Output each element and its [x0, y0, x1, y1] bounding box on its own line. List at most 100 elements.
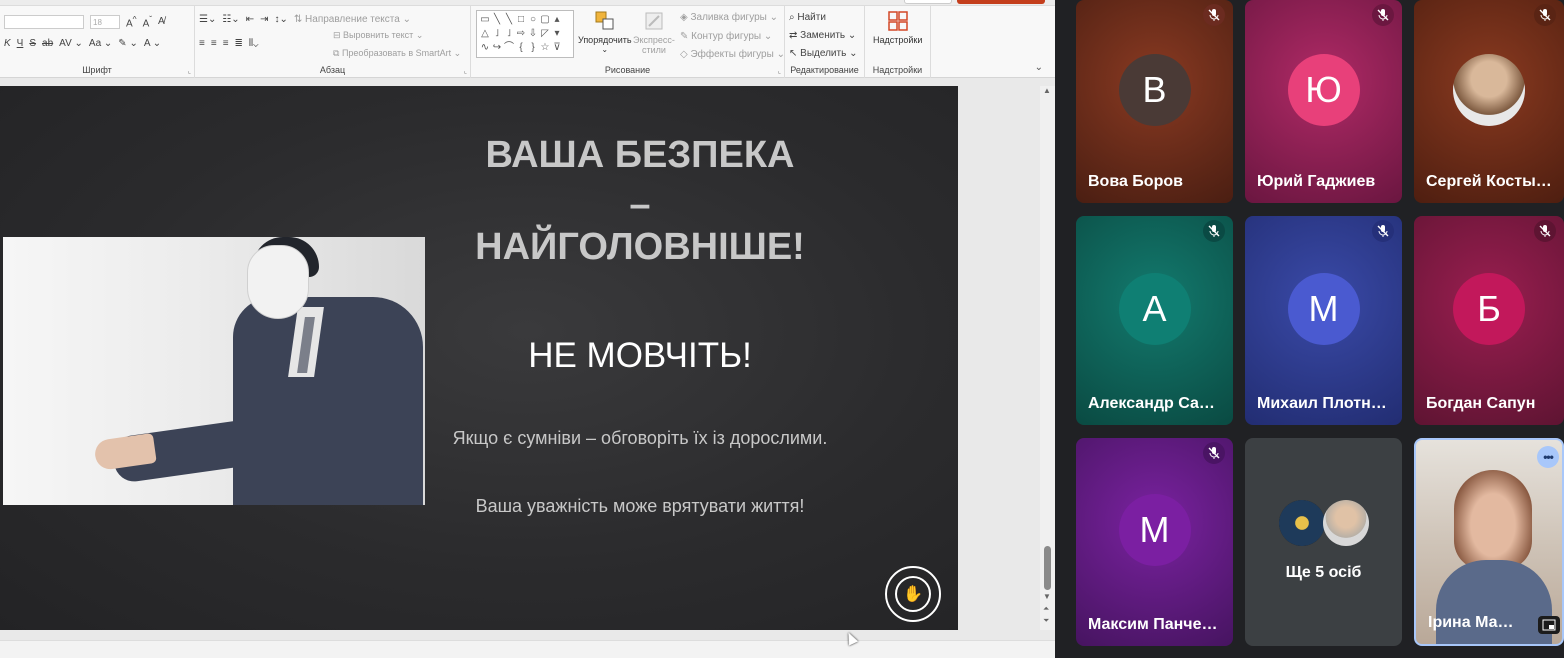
font-dialog-launcher-icon[interactable]: ⌞ [188, 67, 191, 75]
triangle-shape-icon[interactable]: △ [479, 27, 491, 41]
gallery-down-icon[interactable]: ▾ [551, 27, 563, 41]
shape-outline-label: Контур фигуры [691, 31, 762, 42]
curve3-shape-icon[interactable]: ⌒ [503, 41, 515, 55]
callout-shape-icon[interactable]: ◸ [539, 27, 551, 41]
next-slide-icon[interactable]: ⏷ [1043, 616, 1049, 626]
replace-label: Заменить [800, 30, 846, 41]
participant-name: Юрий Гаджиев [1257, 173, 1376, 190]
drawing-dialog-launcher-icon[interactable]: ⌞ [778, 67, 781, 75]
oval-shape-icon[interactable]: ○ [527, 13, 539, 27]
columns-icon[interactable]: ⫴⌄ [249, 38, 259, 49]
participant-tile-7[interactable]: М Максим Панче… [1076, 438, 1233, 646]
shape-effects-button[interactable]: ◇ Эффекты фигуры ⌄ [680, 49, 785, 60]
record-button-partial[interactable] [957, 0, 1045, 4]
participant-tile-6[interactable]: Б Богдан Сапун [1414, 216, 1564, 425]
increase-indent-icon[interactable]: ⇥ [260, 14, 268, 25]
pip-icon[interactable] [1538, 616, 1560, 634]
avatar: В [1118, 53, 1191, 126]
shrink-font-icon[interactable]: Aˇ [143, 14, 152, 29]
font-color-icon[interactable]: A ⌄ [144, 38, 161, 49]
smartart-label: Преобразовать в SmartArt [341, 48, 452, 58]
bullets-icon[interactable]: ☰⌄ [199, 14, 216, 25]
share-button-partial[interactable] [904, 0, 952, 4]
justify-icon[interactable]: ≣ [235, 38, 243, 49]
participant-tile-4[interactable]: А Александр Са… [1076, 216, 1233, 425]
participant-tile-2[interactable]: Ю Юрий Гаджиев [1245, 0, 1402, 203]
replace-button[interactable]: ⇄ Заменить ⌄ [789, 30, 856, 41]
mic-off-icon [1534, 4, 1556, 26]
gallery-more-icon[interactable]: ⊽ [551, 41, 563, 55]
hands-icon: ✋ [895, 576, 931, 612]
editing-group-label: Редактирование [790, 65, 859, 75]
mic-off-icon [1203, 4, 1225, 26]
slide-canvas[interactable]: ВАША БЕЗПЕКА – НАЙГОЛОВНІШЕ! НЕ МОВЧІТЬ!… [0, 86, 958, 630]
font-row-2: K Ч S ab AV ⌄ Aa ⌄ ✎ ⌄ A ⌄ [4, 38, 161, 49]
underline-icon[interactable]: Ч [17, 38, 24, 49]
align-right-icon[interactable]: ≡ [223, 38, 229, 49]
line-shape-icon[interactable]: ╲ [491, 13, 503, 27]
more-options-icon[interactable]: ••• [1537, 446, 1559, 468]
strikethrough-ab-icon[interactable]: ab [42, 38, 53, 49]
italic-icon[interactable]: K [4, 38, 11, 49]
font-family-combo[interactable] [4, 14, 84, 29]
participant-tile-5[interactable]: М Михаил Плотн… [1245, 216, 1402, 425]
participant-tile-3[interactable]: Сергей Косты… [1414, 0, 1564, 203]
align-left-icon[interactable]: ≡ [199, 38, 205, 49]
scrollbar-thumb[interactable] [1044, 546, 1051, 590]
participant-tile-self[interactable]: ••• Ірина Ма… [1414, 438, 1564, 646]
decrease-indent-icon[interactable]: ⇤ [246, 14, 254, 25]
arrow-down-shape-icon[interactable]: ⇩ [527, 27, 539, 41]
textbox-shape-icon[interactable]: ▭ [479, 13, 491, 27]
more-participants-tile[interactable]: Ще 5 осіб [1245, 438, 1402, 646]
paragraph-dialog-launcher-icon[interactable]: ⌞ [464, 67, 467, 75]
convert-smartart-button[interactable]: ⧉ Преобразовать в SmartArt ⌄ [333, 48, 461, 59]
participant-name: Богдан Сапун [1426, 395, 1536, 412]
brace-right-shape-icon[interactable]: } [527, 41, 539, 55]
rect-shape-icon[interactable]: □ [515, 13, 527, 27]
curve2-shape-icon[interactable]: ↪ [491, 41, 503, 55]
elbow-shape-icon[interactable]: ˩ [491, 27, 503, 41]
change-case-icon[interactable]: Aa ⌄ [89, 38, 112, 49]
select-button[interactable]: ↖ Выделить ⌄ [789, 48, 857, 59]
quick-styles-icon [643, 10, 665, 32]
shape-outline-button[interactable]: ✎ Контур фигуры ⌄ [680, 31, 772, 42]
text-direction-button[interactable]: ⇅ Направление текста ⌄ [294, 14, 411, 25]
star-shape-icon[interactable]: ☆ [539, 41, 551, 55]
addins-group: Надстройки Надстройки [865, 6, 931, 78]
shape-fill-button[interactable]: ◈ Заливка фигуры ⌄ [680, 12, 778, 23]
clear-format-icon[interactable]: A̸ [158, 16, 165, 27]
participant-video-body [1436, 560, 1552, 644]
gallery-up-icon[interactable]: ▴ [551, 13, 563, 27]
participant-tile-1[interactable]: В Вова Боров [1076, 0, 1233, 203]
grow-font-icon[interactable]: A^ [126, 14, 137, 29]
char-spacing-icon[interactable]: AV ⌄ [59, 38, 83, 49]
align-center-icon[interactable]: ≡ [211, 38, 217, 49]
prev-slide-icon[interactable]: ⏶ [1043, 604, 1049, 614]
scroll-down-icon[interactable]: ▼ [1043, 592, 1051, 601]
roundrect-shape-icon[interactable]: ▢ [539, 13, 551, 27]
strike-icon[interactable]: S [29, 38, 36, 49]
arrow-right-shape-icon[interactable]: ⇨ [515, 27, 527, 41]
photo-suit [233, 297, 423, 505]
collapse-ribbon-icon[interactable]: ⌄ [1035, 62, 1043, 73]
addins-grid-icon [887, 10, 909, 32]
quick-styles-button[interactable]: Экспресс- стили [633, 10, 675, 55]
align-text-button[interactable]: ⊟ Выровнить текст ⌄ [333, 30, 423, 41]
highlight-icon[interactable]: ✎ ⌄ [118, 38, 138, 49]
scroll-up-icon[interactable]: ▲ [1043, 86, 1051, 95]
find-button[interactable]: ⌕ Найти [789, 12, 826, 23]
font-size-combo[interactable]: 18 [90, 14, 120, 29]
line-spacing-icon[interactable]: ↕⌄ [274, 14, 287, 25]
elbow2-shape-icon[interactable]: ˩ [503, 27, 515, 41]
numbering-icon[interactable]: ☷⌄ [222, 14, 239, 25]
line2-shape-icon[interactable]: ╲ [503, 13, 515, 27]
shapes-gallery[interactable]: ▭ ╲ ╲ □ ○ ▢ ▴ △ ˩ ˩ ⇨ ⇩ ◸ ▾ ∿ ↪ ⌒ { } ☆ [476, 10, 574, 58]
masked-man-photo [3, 237, 425, 505]
curve-shape-icon[interactable]: ∿ [479, 41, 491, 55]
arrange-button[interactable]: Упорядочить ⌄ [578, 10, 632, 54]
slide-scrollbar[interactable]: ▲ ▼ ⏶ ⏷ [1040, 86, 1055, 630]
video-call-grid: В Вова Боров Ю Юрий Гаджиев Сергей Косты… [1055, 0, 1564, 658]
addins-button[interactable]: Надстройки [873, 10, 922, 45]
brace-left-shape-icon[interactable]: { [515, 41, 527, 55]
shape-fill-row: ◈ Заливка фигуры ⌄ [680, 12, 778, 23]
